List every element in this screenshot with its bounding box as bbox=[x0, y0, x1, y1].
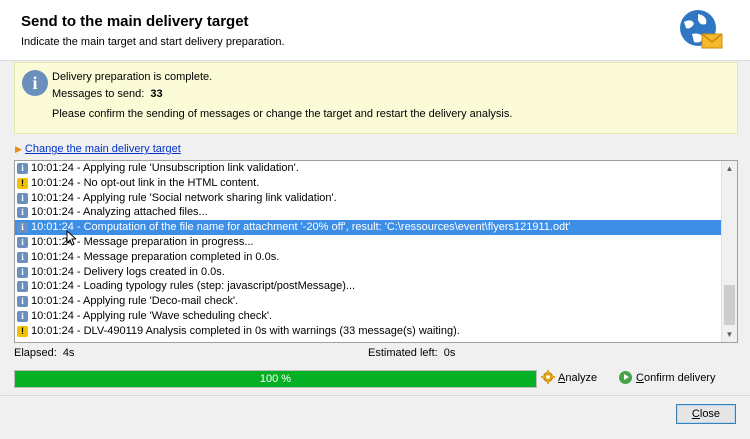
log-row-text: 10:01:24 - Loading typology rules (step:… bbox=[31, 280, 356, 293]
log-row[interactable]: i 10:01:24 - Applying rule 'Social networ… bbox=[15, 191, 721, 206]
confirm-label: Confirm delivery bbox=[636, 372, 716, 384]
log-row-text: 10:01:24 - Analyzing attached files... bbox=[31, 206, 208, 219]
analyze-label: Analyze bbox=[558, 372, 598, 384]
log-row-text: 10:01:24 - Computation of the file name … bbox=[31, 221, 571, 234]
change-target-link-row: ▶ Change the main delivery target bbox=[15, 143, 181, 155]
dialog-subtitle: Indicate the main target and start deliv… bbox=[21, 36, 285, 48]
log-scrollbar[interactable]: ▲ ▼ bbox=[721, 161, 737, 342]
log-row[interactable]: i 10:01:24 - Applying rule 'Unsubscriptio… bbox=[15, 161, 721, 176]
log-row-text: 10:01:24 - Applying rule 'Wave schedulin… bbox=[31, 309, 273, 322]
close-label: Close bbox=[691, 408, 721, 420]
estimated-label: Estimated left: bbox=[368, 347, 438, 359]
play-icon bbox=[619, 371, 632, 384]
info-icon: i bbox=[17, 266, 28, 278]
info-icon: i bbox=[22, 70, 48, 96]
log-row[interactable]: i 10:01:24 - Message preparation complete… bbox=[15, 250, 721, 265]
progress-bar: 100 % bbox=[14, 370, 537, 388]
log-row-text: 10:01:24 - No opt-out link in the HTML c… bbox=[31, 176, 260, 189]
elapsed-time: Elapsed: 4s bbox=[14, 347, 74, 359]
elapsed-label: Elapsed: bbox=[14, 347, 57, 359]
gear-icon bbox=[541, 370, 555, 384]
dialog-footer bbox=[0, 395, 750, 439]
info-status-text: Delivery preparation is complete. bbox=[52, 71, 213, 83]
estimated-time: Estimated left: 0s bbox=[368, 347, 455, 359]
info-icon: i bbox=[17, 236, 28, 248]
info-icon: i bbox=[17, 192, 28, 204]
log-row-text: 10:01:24 - Applying rule 'Deco-mail chec… bbox=[31, 295, 239, 308]
messages-count: 33 bbox=[150, 88, 163, 100]
log-row[interactable]: i 10:01:24 - Analyzing attached files... bbox=[15, 205, 721, 220]
log-row-text: 10:01:24 - Applying rule 'Social network… bbox=[31, 191, 337, 204]
mouse-cursor-icon bbox=[66, 230, 76, 246]
log-row-text: 10:01:24 - Delivery logs created in 0.0s… bbox=[31, 265, 225, 278]
warning-icon: ! bbox=[17, 177, 28, 189]
change-target-link[interactable]: Change the main delivery target bbox=[25, 143, 181, 155]
info-icon: i bbox=[17, 296, 28, 308]
log-row[interactable]: i 10:01:24 - Applying rule 'Deco-mail che… bbox=[15, 294, 721, 309]
messages-label: Messages to send: bbox=[52, 88, 145, 100]
info-instruction-text: Please confirm the sending of messages o… bbox=[52, 108, 513, 120]
log-row-text: 10:01:24 - Applying rule 'Unsubscription… bbox=[31, 162, 299, 174]
info-icon: i bbox=[17, 163, 28, 174]
log-row[interactable]: i 10:01:24 - Delivery logs created in 0.0… bbox=[15, 265, 721, 280]
log-rows: i 10:01:24 - Applying rule 'Unsubscriptio… bbox=[15, 161, 721, 339]
info-icon: i bbox=[17, 207, 28, 219]
confirm-delivery-button[interactable]: Confirm delivery bbox=[619, 370, 715, 386]
dialog-header: Send to the main delivery target Indicat… bbox=[0, 0, 750, 61]
log-row[interactable]: i 10:01:24 - Computation of the file name… bbox=[15, 220, 721, 235]
log-row[interactable]: i 10:01:24 - Loading typology rules (step… bbox=[15, 279, 721, 294]
log-row[interactable]: i 10:01:24 - Message preparation in progr… bbox=[15, 235, 721, 250]
info-icon: i bbox=[17, 281, 28, 293]
scroll-up-icon[interactable]: ▲ bbox=[722, 161, 737, 176]
progress-text: 100 % bbox=[259, 373, 292, 385]
log-row-text: 10:01:24 - Message preparation completed… bbox=[31, 250, 280, 263]
info-icon: i bbox=[17, 222, 28, 234]
arrow-right-icon: ▶ bbox=[15, 144, 22, 154]
warning-icon: ! bbox=[17, 325, 28, 337]
delivery-log-list[interactable]: i 10:01:24 - Applying rule 'Unsubscriptio… bbox=[14, 160, 738, 343]
scroll-down-icon[interactable]: ▼ bbox=[722, 327, 737, 342]
log-row[interactable]: ! 10:01:24 - No opt-out link in the HTML … bbox=[15, 176, 721, 191]
log-row[interactable]: ! 10:01:24 - DLV-490119 Analysis complete… bbox=[15, 324, 721, 339]
globe-mail-icon bbox=[680, 10, 723, 49]
scroll-thumb[interactable] bbox=[724, 285, 735, 325]
dialog-title: Send to the main delivery target bbox=[21, 13, 249, 30]
elapsed-value: 4s bbox=[62, 347, 75, 359]
info-icon: i bbox=[17, 310, 28, 322]
log-row-text: 10:01:24 - Message preparation in progre… bbox=[31, 235, 254, 248]
messages-to-send: Messages to send: 33 bbox=[52, 88, 163, 100]
info-icon: i bbox=[17, 251, 28, 263]
info-panel: i Delivery preparation is complete. Mess… bbox=[14, 62, 738, 134]
log-row-text: 10:01:24 - DLV-490119 Analysis completed… bbox=[31, 324, 460, 337]
analyze-button[interactable]: Analyze bbox=[541, 370, 597, 386]
log-row[interactable]: i 10:01:24 - Applying rule 'Wave scheduli… bbox=[15, 309, 721, 324]
close-button[interactable]: Close bbox=[676, 404, 736, 424]
estimated-value: 0s bbox=[443, 347, 456, 359]
